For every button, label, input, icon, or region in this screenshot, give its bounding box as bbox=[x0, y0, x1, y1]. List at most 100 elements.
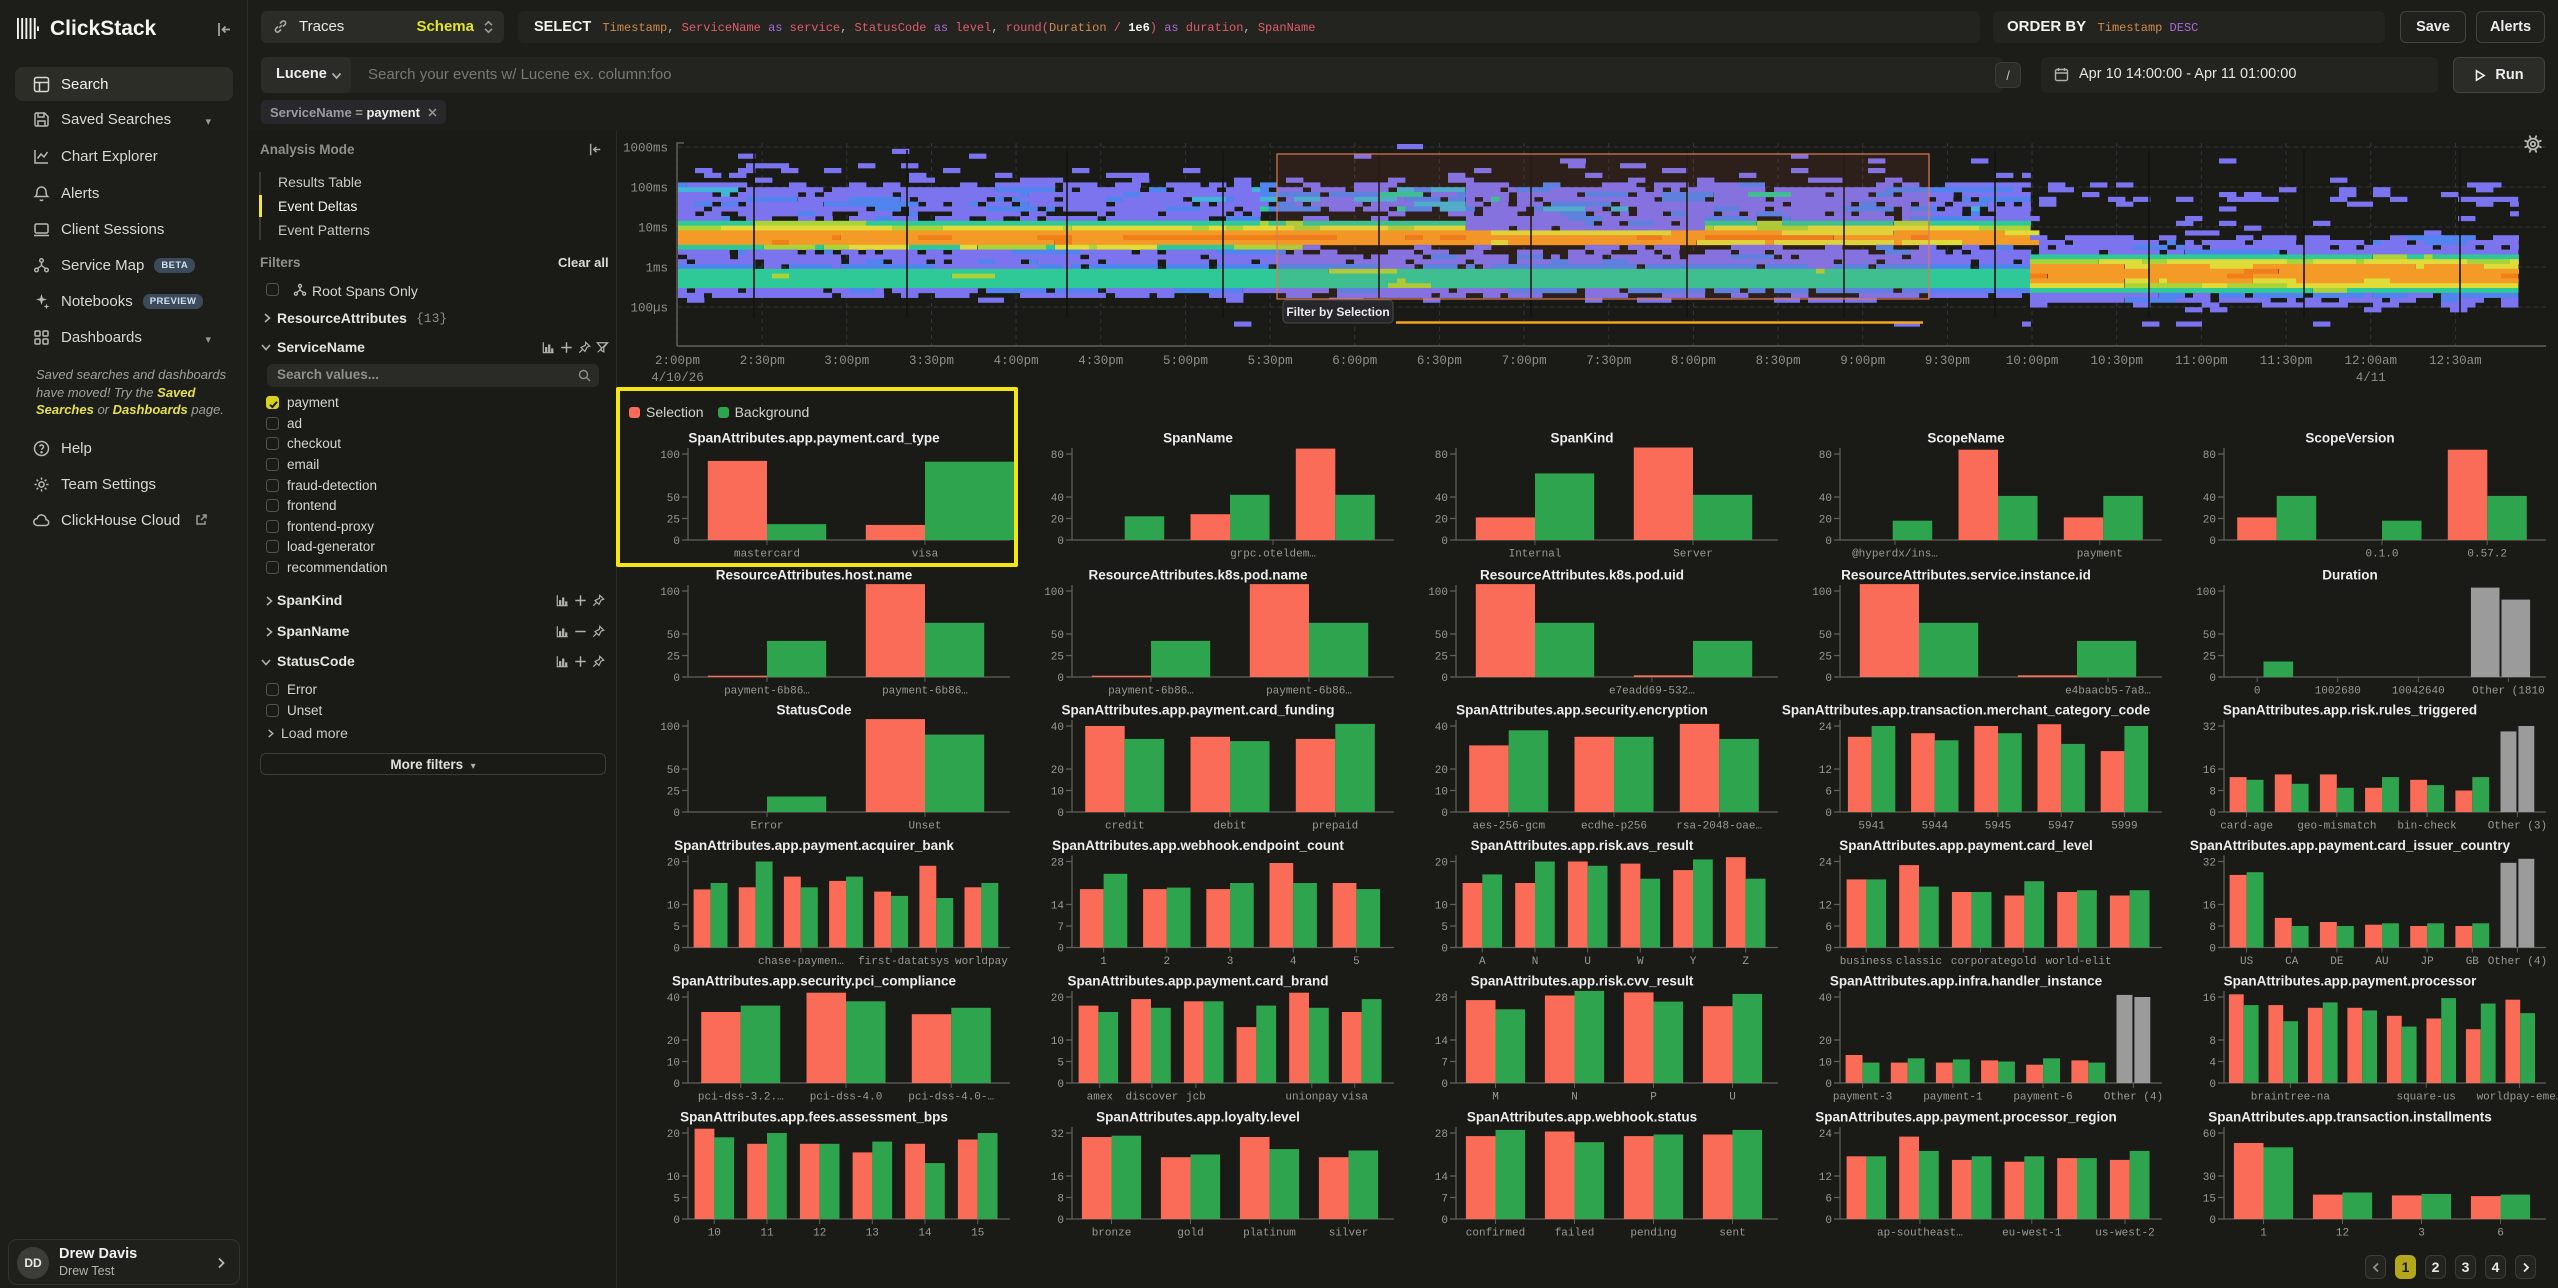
svg-text:4:00pm: 4:00pm bbox=[994, 354, 1039, 368]
svg-text:11:30pm: 11:30pm bbox=[2260, 354, 2313, 368]
svg-text:ResourceAttributes.host.name: ResourceAttributes.host.name bbox=[716, 568, 913, 583]
svg-text:gold: gold bbox=[1177, 1228, 1203, 1240]
svg-text:28: 28 bbox=[1435, 1129, 1448, 1141]
svg-text:us-west-2: us-west-2 bbox=[2095, 1228, 2154, 1240]
svg-text:40: 40 bbox=[1819, 493, 1832, 505]
svg-text:40: 40 bbox=[1051, 722, 1064, 734]
svg-text:world-elit: world-elit bbox=[2046, 956, 2112, 968]
svg-text:pci-dss-4.0: pci-dss-4.0 bbox=[810, 1092, 883, 1104]
svg-text:ResourceAttributes.service.ins: ResourceAttributes.service.instance.id bbox=[1841, 568, 2091, 583]
svg-text:50: 50 bbox=[2203, 630, 2216, 642]
svg-text:11:00pm: 11:00pm bbox=[2175, 354, 2228, 368]
svg-text:unionpay: unionpay bbox=[1285, 1092, 1338, 1104]
svg-text:8:30pm: 8:30pm bbox=[1756, 354, 1801, 368]
svg-text:4: 4 bbox=[1290, 956, 1297, 968]
svg-text:Other (4): Other (4) bbox=[2488, 956, 2547, 968]
svg-text:ResourceAttributes.k8s.pod.uid: ResourceAttributes.k8s.pod.uid bbox=[1480, 568, 1684, 583]
svg-text:32: 32 bbox=[2203, 858, 2216, 870]
svg-text:20: 20 bbox=[2203, 515, 2216, 527]
svg-text:Other (1810: Other (1810 bbox=[2472, 686, 2545, 698]
svg-text:0: 0 bbox=[1441, 1079, 1448, 1091]
svg-text:7:30pm: 7:30pm bbox=[1586, 354, 1631, 368]
svg-text:corporate: corporate bbox=[1951, 956, 2010, 968]
svg-text:20: 20 bbox=[1051, 993, 1064, 1005]
svg-text:ap-southeast…: ap-southeast… bbox=[1877, 1228, 1963, 1240]
svg-text:100ms: 100ms bbox=[630, 182, 668, 196]
svg-text:P: P bbox=[1650, 1092, 1657, 1104]
svg-text:business: business bbox=[1840, 956, 1893, 968]
svg-text:0: 0 bbox=[1057, 944, 1064, 956]
svg-text:SpanKind: SpanKind bbox=[1551, 431, 1614, 446]
svg-text:5: 5 bbox=[1441, 922, 1448, 934]
svg-text:6: 6 bbox=[1825, 1194, 1832, 1206]
svg-text:10:30pm: 10:30pm bbox=[2090, 354, 2143, 368]
svg-text:0: 0 bbox=[1441, 673, 1448, 685]
svg-text:10: 10 bbox=[667, 1172, 680, 1184]
svg-text:debit: debit bbox=[1213, 821, 1246, 833]
svg-text:Internal: Internal bbox=[1509, 549, 1562, 561]
svg-text:32: 32 bbox=[2203, 722, 2216, 734]
svg-text:20: 20 bbox=[667, 1129, 680, 1141]
svg-text:eu-west-1: eu-west-1 bbox=[2002, 1228, 2062, 1240]
svg-text:0: 0 bbox=[1825, 944, 1832, 956]
svg-text:10: 10 bbox=[667, 901, 680, 913]
svg-text:20: 20 bbox=[1051, 765, 1064, 777]
svg-text:10: 10 bbox=[1051, 1036, 1064, 1048]
svg-text:SpanAttributes.app.payment.car: SpanAttributes.app.payment.card_brand bbox=[1067, 974, 1328, 989]
svg-text:ScopeVersion: ScopeVersion bbox=[2305, 431, 2394, 446]
svg-text:M: M bbox=[1492, 1092, 1499, 1104]
svg-text:grpc.oteldem…: grpc.oteldem… bbox=[1230, 549, 1316, 561]
svg-text:W: W bbox=[1637, 956, 1644, 968]
svg-text:DE: DE bbox=[2330, 956, 2344, 968]
svg-text:AU: AU bbox=[2375, 956, 2388, 968]
svg-text:5944: 5944 bbox=[1922, 821, 1949, 833]
svg-text:SpanAttributes.app.risk.rules_: SpanAttributes.app.risk.rules_triggered bbox=[2223, 703, 2477, 718]
svg-text:ResourceAttributes.k8s.pod.nam: ResourceAttributes.k8s.pod.name bbox=[1088, 568, 1308, 583]
svg-text:5945: 5945 bbox=[1985, 821, 2011, 833]
svg-text:100: 100 bbox=[1812, 587, 1832, 599]
svg-text:10: 10 bbox=[1435, 787, 1448, 799]
svg-text:1: 1 bbox=[2260, 1228, 2267, 1240]
svg-text:N: N bbox=[1532, 956, 1539, 968]
svg-text:6: 6 bbox=[2497, 1228, 2504, 1240]
svg-text:Unset: Unset bbox=[908, 821, 941, 833]
svg-text:worldpay: worldpay bbox=[955, 956, 1008, 968]
svg-text:10: 10 bbox=[1051, 787, 1064, 799]
svg-text:first-data: first-data bbox=[858, 956, 924, 968]
svg-text:25: 25 bbox=[2203, 652, 2216, 664]
svg-text:SpanAttributes.app.payment.car: SpanAttributes.app.payment.card_funding bbox=[1061, 703, 1334, 718]
svg-text:8: 8 bbox=[2209, 787, 2216, 799]
svg-text:40: 40 bbox=[1435, 493, 1448, 505]
svg-text:Error: Error bbox=[750, 821, 783, 833]
svg-text:3: 3 bbox=[2418, 1228, 2425, 1240]
svg-text:SpanAttributes.app.payment.acq: SpanAttributes.app.payment.acquirer_bank bbox=[674, 838, 954, 853]
svg-text:5999: 5999 bbox=[2111, 821, 2137, 833]
svg-text:25: 25 bbox=[1051, 652, 1064, 664]
svg-text:11: 11 bbox=[760, 1228, 774, 1240]
svg-text:24: 24 bbox=[1819, 1129, 1833, 1141]
svg-text:payment-6b86…: payment-6b86… bbox=[1108, 686, 1194, 698]
svg-text:payment: payment bbox=[2077, 549, 2123, 561]
svg-text:16: 16 bbox=[1051, 1172, 1064, 1184]
svg-text:1: 1 bbox=[1100, 956, 1107, 968]
svg-text:40: 40 bbox=[2203, 493, 2216, 505]
svg-text:SpanAttributes.app.security.pc: SpanAttributes.app.security.pci_complian… bbox=[672, 974, 957, 989]
svg-text:5947: 5947 bbox=[2048, 821, 2074, 833]
svg-text:rsa-2048-oae…: rsa-2048-oae… bbox=[1676, 821, 1762, 833]
svg-text:2: 2 bbox=[1163, 956, 1170, 968]
svg-text:credit: credit bbox=[1105, 821, 1145, 833]
svg-text:0: 0 bbox=[2209, 1215, 2216, 1227]
svg-text:pending: pending bbox=[1630, 1228, 1676, 1240]
svg-text:US: US bbox=[2240, 956, 2254, 968]
svg-text:20: 20 bbox=[1435, 858, 1448, 870]
svg-text:6: 6 bbox=[1825, 787, 1832, 799]
svg-text:failed: failed bbox=[1555, 1228, 1595, 1240]
svg-text:Y: Y bbox=[1690, 956, 1697, 968]
svg-text:6:00pm: 6:00pm bbox=[1332, 354, 1377, 368]
svg-text:0: 0 bbox=[1057, 1079, 1064, 1091]
svg-text:12:00am: 12:00am bbox=[2344, 354, 2397, 368]
svg-text:0: 0 bbox=[1441, 944, 1448, 956]
svg-text:gold: gold bbox=[2010, 956, 2036, 968]
svg-text:bronze: bronze bbox=[1092, 1228, 1132, 1240]
svg-text:platinum: platinum bbox=[1243, 1228, 1296, 1240]
